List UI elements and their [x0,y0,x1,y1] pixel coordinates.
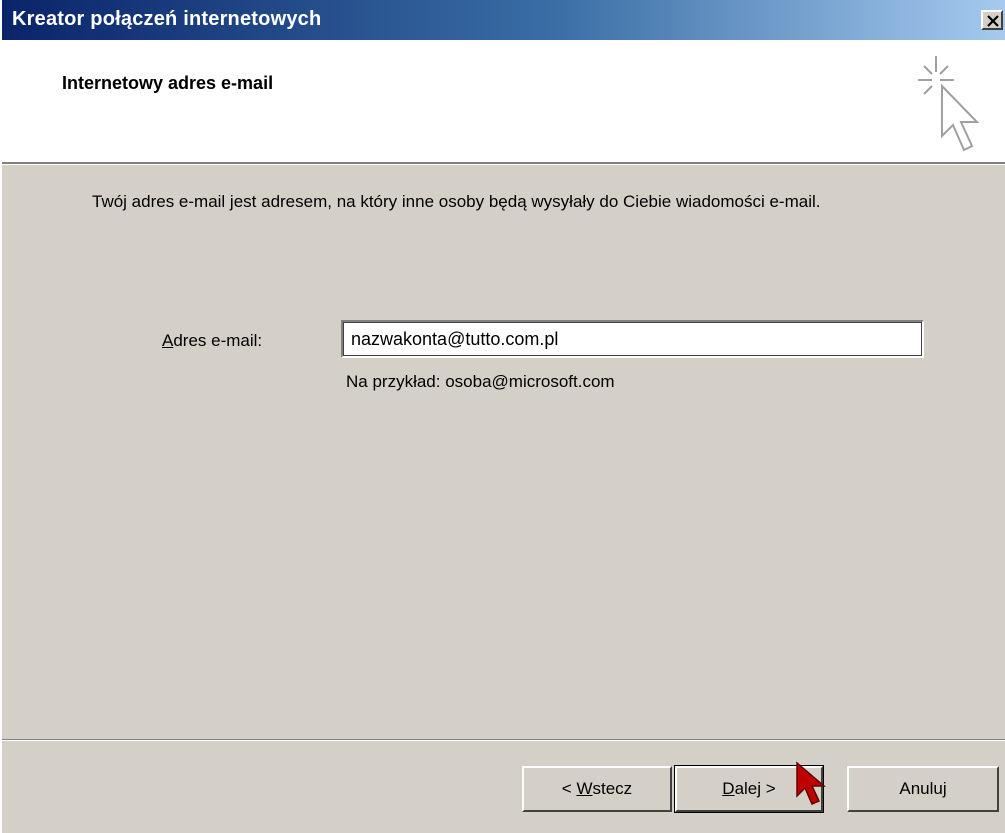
back-button[interactable]: < Wstecz [522,766,672,812]
button-area-separator-highlight [2,740,1005,741]
cancel-button[interactable]: Anuluj [847,766,999,812]
wizard-cursor-sparkle-icon [918,56,980,152]
page-title: Internetowy adres e-mail [62,73,274,93]
wizard-window: Kreator połączeń internetowych Interneto… [0,0,1005,833]
email-input[interactable] [341,320,924,358]
email-label-rest: dres e-mail: [173,331,263,350]
email-label-accel: A [162,331,174,350]
close-button[interactable] [981,10,1003,30]
next-button-rest: alej > [734,779,776,798]
close-icon [987,15,999,27]
email-label: Adres e-mail: [162,331,262,351]
back-button-rest: stecz [592,779,633,798]
back-button-prefix: < [561,779,577,798]
email-example-text: Na przykład: osoba@microsoft.com [346,372,615,391]
next-button-accel: D [722,779,735,798]
back-button-accel: W [576,779,593,798]
wizard-header: Internetowy adres e-mail [2,40,1005,164]
header-separator [2,164,1005,165]
description-text: Twój adres e-mail jest adresem, na który… [92,192,821,211]
window-title: Kreator połączeń internetowych [12,8,322,30]
title-bar[interactable]: Kreator połączeń internetowych [2,0,1005,40]
mouse-pointer-icon [796,761,827,805]
cancel-button-label: Anuluj [899,779,947,798]
